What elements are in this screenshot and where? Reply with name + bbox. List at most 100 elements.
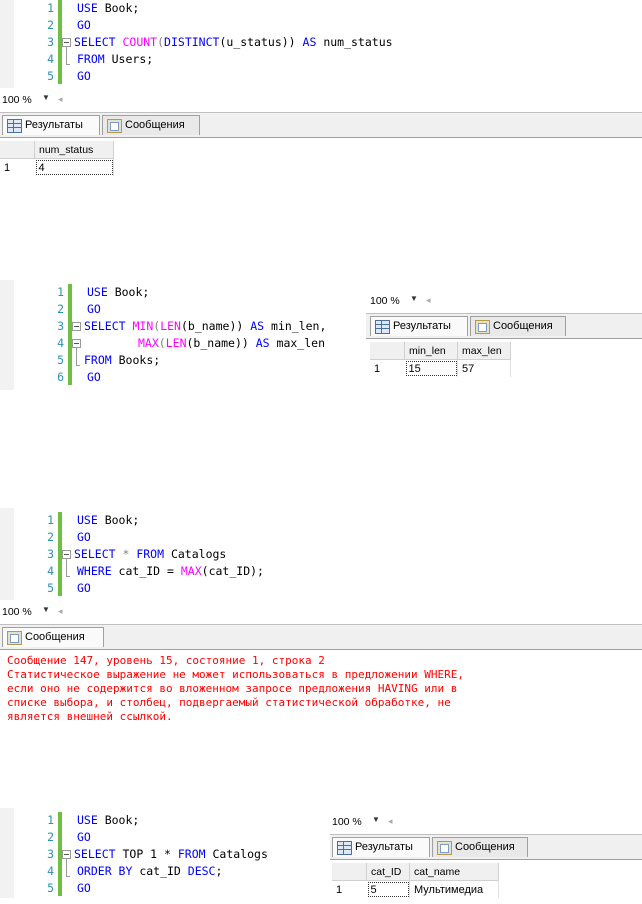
line-number: 5 (47, 881, 54, 895)
zoom-level: 100 % (2, 94, 32, 106)
line-number: 2 (47, 18, 54, 32)
line-number: 2 (47, 530, 54, 544)
code-line: GO (77, 830, 91, 844)
results-tabs-bar: Результаты Сообщения (330, 834, 642, 859)
line-number: 3 (57, 319, 64, 333)
code-line: SELECT * FROM Catalogs (74, 547, 227, 561)
column-header[interactable]: num_status (34, 141, 114, 159)
column-header[interactable]: min_len (404, 342, 458, 360)
code-line: ORDER BY cat_ID DESC; (77, 864, 223, 878)
query-block-1: 1 2 3 4 5 USE Book; GO SELECT COUNT(DIST… (0, 0, 642, 190)
column-header[interactable]: cat_name (409, 863, 499, 881)
query-block-4: 1 2 3 4 5 USE Book; GO SELECT TOP 1 * FR… (0, 808, 642, 904)
code-line: SELECT COUNT(DISTINCT(u_status)) AS num_… (74, 35, 393, 49)
zoom-level: 100 % (2, 606, 32, 618)
result-cell[interactable]: 15 (404, 359, 458, 377)
line-number: 1 (47, 813, 54, 827)
collapse-toggle-icon[interactable] (72, 322, 81, 331)
column-header[interactable]: cat_ID (366, 863, 410, 881)
result-cell[interactable]: 57 (457, 359, 511, 377)
line-number: 5 (57, 353, 64, 367)
tab-messages[interactable]: Сообщения (470, 316, 566, 336)
code-editor-4[interactable]: 1 2 3 4 5 USE Book; GO SELECT TOP 1 * FR… (0, 808, 320, 898)
code-line: USE Book; (77, 1, 140, 15)
code-line: GO (87, 370, 101, 384)
grid-icon (337, 841, 352, 855)
collapse-toggle-icon[interactable] (62, 38, 71, 47)
code-editor-2[interactable]: 1 2 3 4 5 6 USE Book; GO SELECT MIN(LEN(… (0, 280, 360, 390)
line-number: 4 (47, 52, 54, 66)
grid-icon (375, 320, 390, 334)
messages-tabs-bar: Сообщения (0, 624, 642, 649)
dropdown-arrow-icon[interactable]: ▼ (42, 605, 50, 614)
tab-results[interactable]: Результаты (2, 115, 100, 135)
results-tabs-bar: Результаты Сообщения (0, 112, 642, 137)
tab-results[interactable]: Результаты (332, 837, 430, 857)
row-number: 1 (4, 161, 11, 174)
result-cell[interactable]: 4 (34, 158, 114, 176)
tab-messages[interactable]: Сообщения (2, 627, 104, 647)
code-line: FROM Books; (84, 353, 161, 367)
line-number: 2 (57, 302, 64, 316)
error-line: является внешней ссылкой. (7, 710, 173, 723)
line-number: 5 (47, 581, 54, 595)
results-grid-1[interactable]: num_status 1 4 (0, 137, 642, 188)
code-line: SELECT MIN(LEN(b_name)) AS min_len, (84, 319, 327, 333)
line-number: 4 (57, 336, 64, 350)
row-number: 1 (374, 362, 381, 375)
code-line: GO (77, 18, 91, 32)
line-number: 5 (47, 69, 54, 83)
code-line: USE Book; (77, 813, 140, 827)
code-line: WHERE cat_ID = MAX(cat_ID); (77, 564, 264, 578)
scroll-left-icon[interactable]: ◂ (58, 606, 63, 617)
code-editor-3[interactable]: 1 2 3 4 5 USE Book; GO SELECT * FROM Cat… (0, 508, 642, 600)
grid-icon (7, 119, 22, 133)
collapse-toggle-icon[interactable] (62, 850, 71, 859)
code-line: USE Book; (77, 513, 140, 527)
messages-pane[interactable]: Сообщение 147, уровень 15, состояние 1, … (0, 649, 642, 745)
query-block-2: 1 2 3 4 5 6 USE Book; GO SELECT MIN(LEN(… (0, 280, 642, 400)
dropdown-arrow-icon[interactable]: ▼ (372, 815, 380, 824)
zoom-selector[interactable]: 100 % ▼ ◂ (370, 293, 570, 309)
collapse-toggle-icon[interactable] (72, 339, 81, 348)
tab-messages[interactable]: Сообщения (432, 837, 528, 857)
code-line: FROM Users; (77, 52, 154, 66)
zoom-selector[interactable]: 100 % ▼ ◂ (332, 814, 532, 830)
line-number: 2 (47, 830, 54, 844)
line-number: 1 (57, 285, 64, 299)
scroll-left-icon[interactable]: ◂ (58, 94, 63, 105)
tab-results[interactable]: Результаты (370, 316, 468, 336)
code-line: GO (77, 69, 91, 83)
messages-icon (437, 841, 452, 855)
line-number: 3 (47, 35, 54, 49)
line-number: 1 (47, 513, 54, 527)
results-grid-4[interactable]: cat_ID cat_name 1 5 Мультимедиа (330, 859, 642, 904)
dropdown-arrow-icon[interactable]: ▼ (42, 93, 50, 102)
error-line: списке выбора, и столбец, подвергаемый с… (7, 696, 451, 709)
results-grid-2[interactable]: min_len max_len 1 15 57 (366, 338, 642, 391)
zoom-level: 100 % (332, 816, 362, 828)
column-header[interactable]: max_len (457, 342, 511, 360)
result-cell[interactable]: 5 (366, 880, 410, 898)
row-number: 1 (336, 883, 343, 896)
results-tabs-bar: Результаты Сообщения (366, 313, 642, 338)
zoom-selector[interactable]: 100 % ▼ ◂ (2, 92, 202, 108)
line-number: 4 (47, 864, 54, 878)
result-cell[interactable]: Мультимедиа (409, 880, 499, 898)
dropdown-arrow-icon[interactable]: ▼ (410, 294, 418, 303)
scroll-left-icon[interactable]: ◂ (426, 295, 431, 306)
code-editor-1[interactable]: 1 2 3 4 5 USE Book; GO SELECT COUNT(DIST… (0, 0, 642, 88)
tab-messages[interactable]: Сообщения (102, 115, 200, 135)
line-number: 3 (47, 847, 54, 861)
scroll-left-icon[interactable]: ◂ (388, 816, 393, 827)
error-line: Статистическое выражение не может исполь… (7, 668, 464, 681)
zoom-selector[interactable]: 100 % ▼ ◂ (2, 604, 202, 620)
line-number: 1 (47, 1, 54, 15)
messages-icon (107, 119, 122, 133)
zoom-level: 100 % (370, 295, 400, 307)
collapse-toggle-icon[interactable] (62, 550, 71, 559)
code-line: GO (77, 881, 91, 895)
error-line: Сообщение 147, уровень 15, состояние 1, … (7, 654, 325, 667)
code-line: USE Book; (87, 285, 150, 299)
messages-icon (7, 631, 22, 645)
